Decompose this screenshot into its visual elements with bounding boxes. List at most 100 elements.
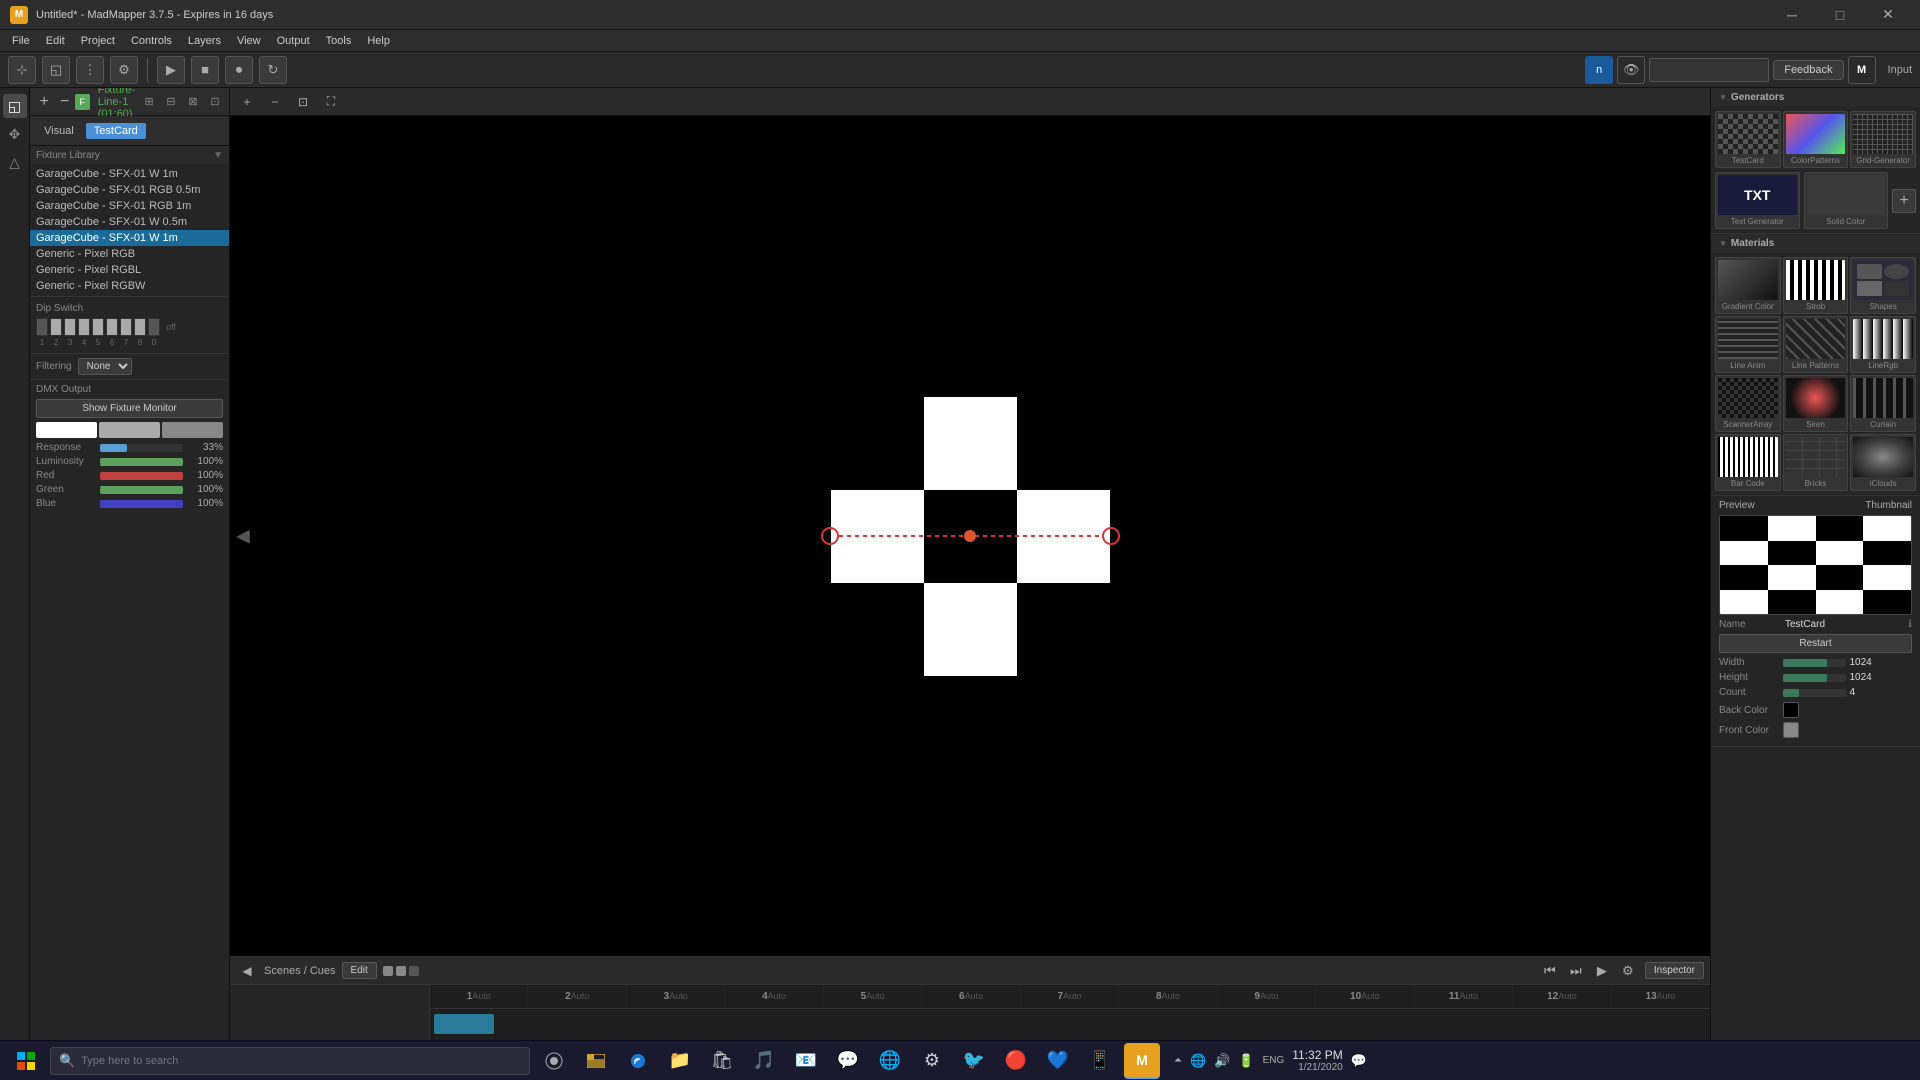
width-slider[interactable] — [1783, 659, 1846, 667]
tab-visual[interactable]: Visual — [36, 123, 82, 139]
taskbar-whatsapp[interactable]: 💬 — [830, 1043, 866, 1079]
toolbar-fixture-tool[interactable]: ⋮ — [76, 56, 104, 84]
luminosity-slider[interactable] — [100, 458, 183, 466]
transport-skip-forward[interactable]: ⏭ — [1565, 960, 1587, 982]
mat-barcode[interactable]: Bar Code — [1715, 434, 1781, 491]
transport-stop[interactable]: ■ — [191, 56, 219, 84]
filter-select[interactable]: None — [78, 358, 132, 375]
back-color-swatch[interactable] — [1783, 702, 1799, 718]
menu-edit[interactable]: Edit — [38, 33, 73, 49]
menu-help[interactable]: Help — [359, 33, 398, 49]
color-swatch-gray1[interactable] — [99, 422, 160, 438]
info-icon[interactable]: ℹ — [1908, 619, 1912, 630]
dip-2[interactable] — [50, 318, 62, 336]
fixture-icon-1[interactable]: ⊞ — [139, 92, 159, 112]
transport-refresh[interactable]: ↻ — [259, 56, 287, 84]
timeline-cell-13[interactable]: 13Auto — [1612, 985, 1710, 1008]
inspector-button[interactable]: Inspector — [1645, 962, 1704, 979]
tray-up-arrow[interactable]: ⏶ — [1174, 1055, 1182, 1066]
search-input[interactable] — [81, 1055, 521, 1067]
tool-node-icon[interactable]: n — [1585, 56, 1613, 84]
close-button[interactable]: ✕ — [1866, 0, 1910, 30]
scene-dot-2[interactable] — [396, 966, 406, 976]
timeline-cell-1[interactable]: 1Auto — [430, 985, 528, 1008]
dip-5[interactable] — [92, 318, 104, 336]
search-bar[interactable]: 🔍 — [50, 1047, 530, 1075]
tool-move[interactable]: ✥ — [3, 122, 27, 146]
mat-iclouds[interactable]: iClouds — [1850, 434, 1916, 491]
gen-txt[interactable]: TXT Text Generator — [1715, 172, 1800, 229]
timeline-cell-8[interactable]: 8Auto — [1119, 985, 1217, 1008]
dip-7[interactable] — [120, 318, 132, 336]
timeline-cell-6[interactable]: 6Auto — [922, 985, 1020, 1008]
taskbar-skype1[interactable]: 💙 — [1040, 1043, 1076, 1079]
menu-project[interactable]: Project — [73, 33, 123, 49]
timeline-cell-3[interactable]: 3Auto — [627, 985, 725, 1008]
fixture-item[interactable]: GarageCube - SFX-01 RGB 1m — [30, 198, 229, 214]
front-color-swatch[interactable] — [1783, 722, 1799, 738]
menu-controls[interactable]: Controls — [123, 33, 180, 49]
gen-solid[interactable]: Solid Color — [1804, 172, 1889, 229]
fixture-item[interactable]: GarageCube - SFX-01 W 0.5m — [30, 214, 229, 230]
menu-output[interactable]: Output — [269, 33, 318, 49]
start-button[interactable] — [8, 1043, 44, 1079]
fixture-icon-2[interactable]: ⊟ — [161, 92, 181, 112]
mat-bricks[interactable]: Bricks — [1783, 434, 1849, 491]
gen-grid[interactable]: Grid-Generator — [1850, 111, 1916, 168]
green-slider[interactable] — [100, 486, 183, 494]
taskbar-settings[interactable]: ⚙ — [914, 1043, 950, 1079]
clock[interactable]: 11:32 PM 1/21/2020 — [1292, 1048, 1342, 1073]
canvas-arrow-left[interactable]: ◀ — [236, 526, 250, 547]
timeline-cell-11[interactable]: 11Auto — [1415, 985, 1513, 1008]
mat-shapes[interactable]: Shapes — [1850, 257, 1916, 314]
timeline-block[interactable] — [434, 1014, 494, 1034]
timeline-cell-2[interactable]: 2Auto — [528, 985, 626, 1008]
scene-dot-3[interactable] — [409, 966, 419, 976]
minimize-button[interactable]: ─ — [1770, 0, 1814, 30]
toolbar-settings-tool[interactable]: ⚙ — [110, 56, 138, 84]
mat-linerge[interactable]: LineRgb — [1850, 316, 1916, 373]
fixture-item[interactable]: Generic - Pixel RGB — [30, 246, 229, 262]
taskbar-madmapper[interactable]: M — [1124, 1043, 1160, 1079]
dip-1[interactable] — [36, 318, 48, 336]
taskbar-skype2[interactable]: 📱 — [1082, 1043, 1118, 1079]
canvas-fullscreen[interactable]: ⛶ — [320, 91, 342, 113]
add-fixture-button[interactable]: + — [34, 91, 54, 113]
dip-6[interactable] — [106, 318, 118, 336]
dip-8[interactable] — [134, 318, 146, 336]
tray-notification[interactable]: 💬 — [1351, 1053, 1367, 1069]
transport-skip-back[interactable]: ⏮ — [1539, 960, 1561, 982]
fixture-icon-3[interactable]: ⊠ — [183, 92, 203, 112]
taskbar-task-view[interactable] — [536, 1043, 572, 1079]
menu-view[interactable]: View — [229, 33, 269, 49]
mat-siren[interactable]: Siren — [1783, 375, 1849, 432]
taskbar-explorer-2[interactable]: 📁 — [662, 1043, 698, 1079]
taskbar-store[interactable]: 🛍 — [704, 1043, 740, 1079]
transport-play-scene[interactable]: ▶ — [1591, 960, 1613, 982]
tool-select[interactable]: ◱ — [3, 94, 27, 118]
toolbar-move-tool[interactable]: ⊹ — [8, 56, 36, 84]
menu-layers[interactable]: Layers — [180, 33, 229, 49]
toolbar-select-tool[interactable]: ◱ — [42, 56, 70, 84]
timeline-cell-12[interactable]: 12Auto — [1513, 985, 1611, 1008]
timeline-cell-7[interactable]: 7Auto — [1021, 985, 1119, 1008]
fixture-item-active[interactable]: GarageCube - SFX-01 W 1m — [30, 230, 229, 246]
color-swatch-white[interactable] — [36, 422, 97, 438]
taskbar-explorer[interactable] — [578, 1043, 614, 1079]
taskbar-music[interactable]: 🎵 — [746, 1043, 782, 1079]
tool-shape[interactable]: △ — [3, 150, 27, 174]
fixture-item[interactable]: GarageCube - SFX-01 RGB 0.5m — [30, 182, 229, 198]
scene-dot-1[interactable] — [383, 966, 393, 976]
tray-volume[interactable]: 🔊 — [1214, 1053, 1230, 1069]
fixture-endpoint-right[interactable] — [1102, 527, 1120, 545]
timeline-cell-9[interactable]: 9Auto — [1218, 985, 1316, 1008]
mat-gradient[interactable]: Gradient Color — [1715, 257, 1781, 314]
taskbar-edge[interactable] — [620, 1043, 656, 1079]
fixture-item[interactable]: Generic - Pixel RGBW — [30, 278, 229, 294]
show-fixture-monitor-button[interactable]: Show Fixture Monitor — [36, 399, 223, 418]
fixture-item[interactable]: Generic - Pixel RGBL — [30, 262, 229, 278]
edit-button[interactable]: Edit — [342, 962, 377, 979]
count-slider[interactable] — [1783, 689, 1846, 697]
language-label[interactable]: ENG — [1263, 1055, 1285, 1066]
taskbar-mail[interactable]: 📧 — [788, 1043, 824, 1079]
